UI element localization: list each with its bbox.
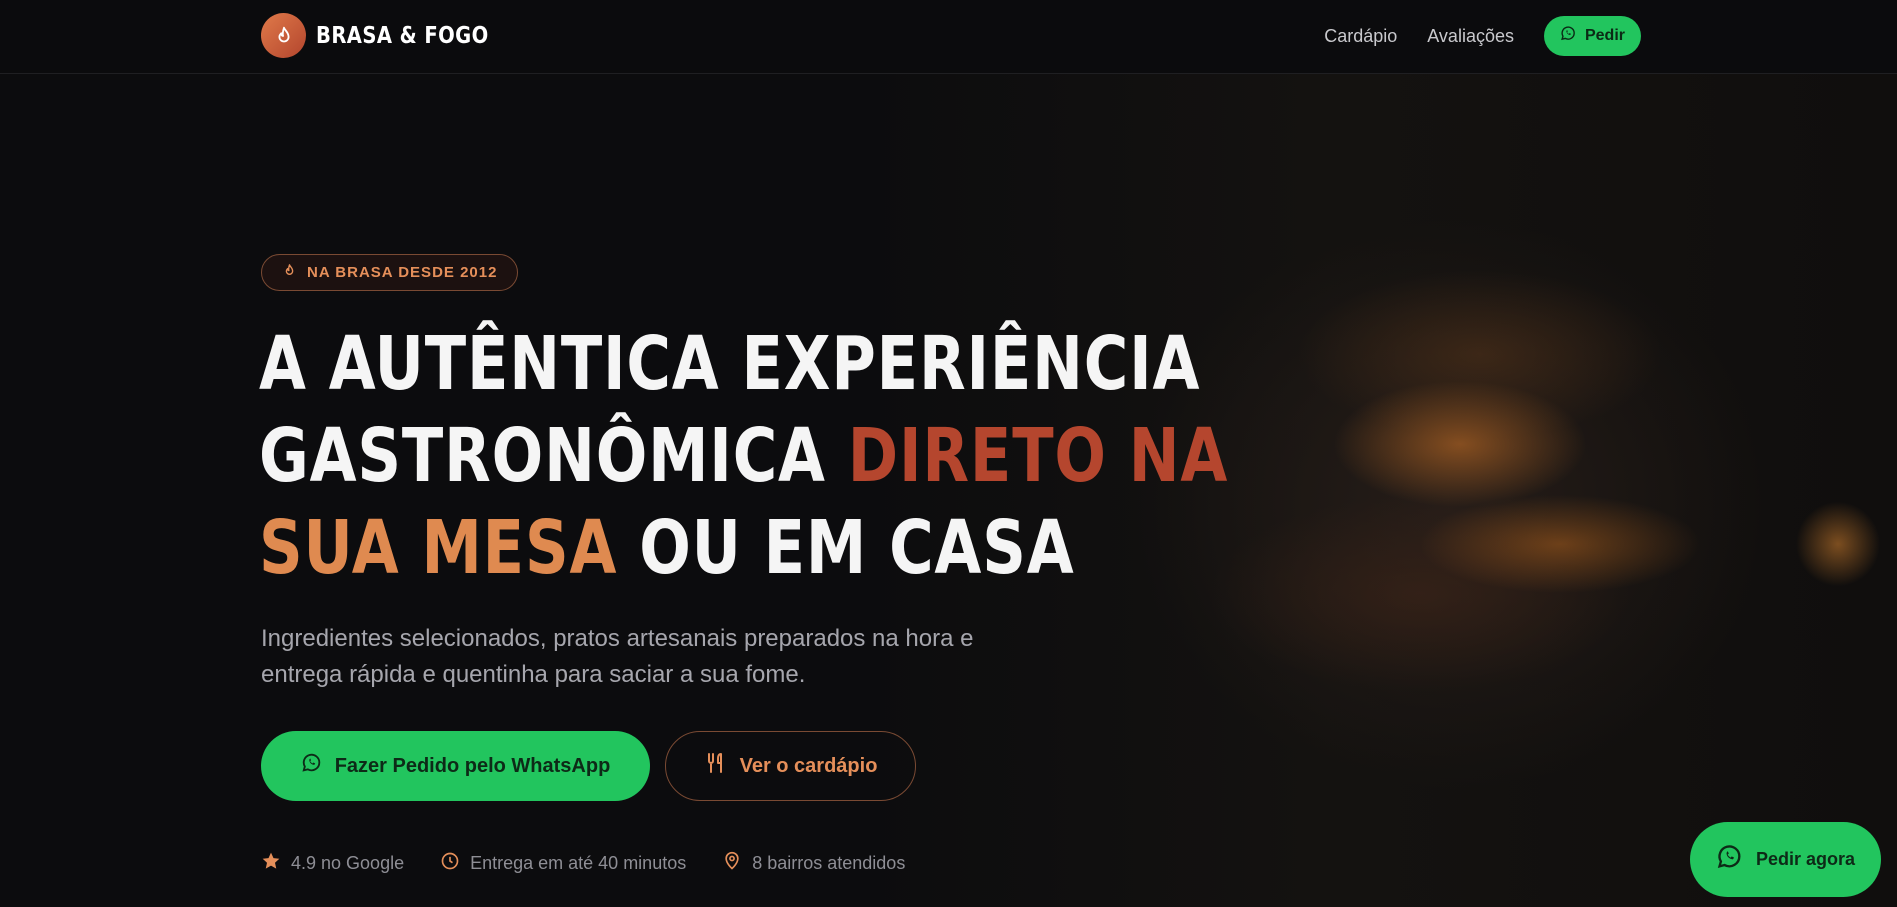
headline-part-5: OU EM CASA — [617, 505, 1075, 591]
floating-order-label: Pedir agora — [1755, 849, 1856, 869]
hero-subtitle: Ingredientes selecionados, pratos artesa… — [261, 621, 1021, 693]
since-badge-label: NA BRASA DESDE 2012 — [307, 264, 498, 281]
headline-highlight-orange: SUA MESA — [259, 505, 618, 591]
stat-delivery-time: Entrega em até 40 minutos — [440, 851, 686, 876]
whatsapp-order-button[interactable]: Fazer Pedido pelo WhatsApp — [261, 731, 650, 801]
headline-highlight-red: DIRETO NA — [847, 413, 1229, 499]
stat-rating: 4.9 no Google — [261, 851, 404, 876]
whatsapp-icon — [1716, 843, 1744, 876]
brand-name: BRASA & FOGO — [316, 22, 489, 49]
map-pin-icon — [722, 851, 742, 876]
whatsapp-order-label: Fazer Pedido pelo WhatsApp — [334, 754, 611, 777]
headline-part-2: GASTRONÔMICA — [259, 413, 848, 499]
headline-part-1: A AUTÊNTICA EXPERIÊNCIA — [259, 321, 1201, 407]
hero-headline: A AUTÊNTICA EXPERIÊNCIA GASTRONÔMICA DIR… — [259, 318, 1227, 594]
nav-item-cardapio[interactable]: Cardápio — [1324, 26, 1397, 47]
stat-rating-text: 4.9 no Google — [291, 853, 405, 873]
subtitle-line-1: Ingredientes selecionados, pratos artesa… — [261, 625, 974, 652]
since-badge: NA BRASA DESDE 2012 — [261, 254, 519, 291]
nav-order-button[interactable]: Pedir — [1543, 16, 1641, 56]
main-nav: Cardápio Avaliações Pedir — [1324, 16, 1641, 56]
whatsapp-icon — [1560, 25, 1577, 47]
stat-neighborhoods-text: 8 bairros atendidos — [752, 853, 906, 873]
stat-delivery-text: Entrega em até 40 minutos — [470, 853, 687, 873]
flame-logo-icon — [261, 13, 306, 58]
subtitle-line-2: entrega rápida e quentinha para saciar a… — [261, 661, 806, 688]
floating-order-button[interactable]: Pedir agora — [1690, 822, 1881, 897]
clock-icon — [440, 851, 460, 876]
site-header: BRASA & FOGO Cardápio Avaliações Pedir — [0, 0, 1897, 74]
nav-order-label: Pedir — [1584, 27, 1625, 44]
view-menu-label: Ver o cardápio — [739, 754, 878, 777]
view-menu-button[interactable]: Ver o cardápio — [665, 731, 916, 801]
hero-stats: 4.9 no Google Entrega em até 40 minutos … — [261, 851, 905, 876]
flame-icon — [282, 263, 297, 282]
utensils-icon — [704, 751, 728, 781]
stat-neighborhoods: 8 bairros atendidos — [722, 851, 905, 876]
brand-logo[interactable]: BRASA & FOGO — [261, 13, 519, 58]
star-icon — [261, 851, 281, 876]
whatsapp-icon — [301, 752, 323, 780]
nav-item-avaliacoes[interactable]: Avaliações — [1427, 26, 1514, 47]
